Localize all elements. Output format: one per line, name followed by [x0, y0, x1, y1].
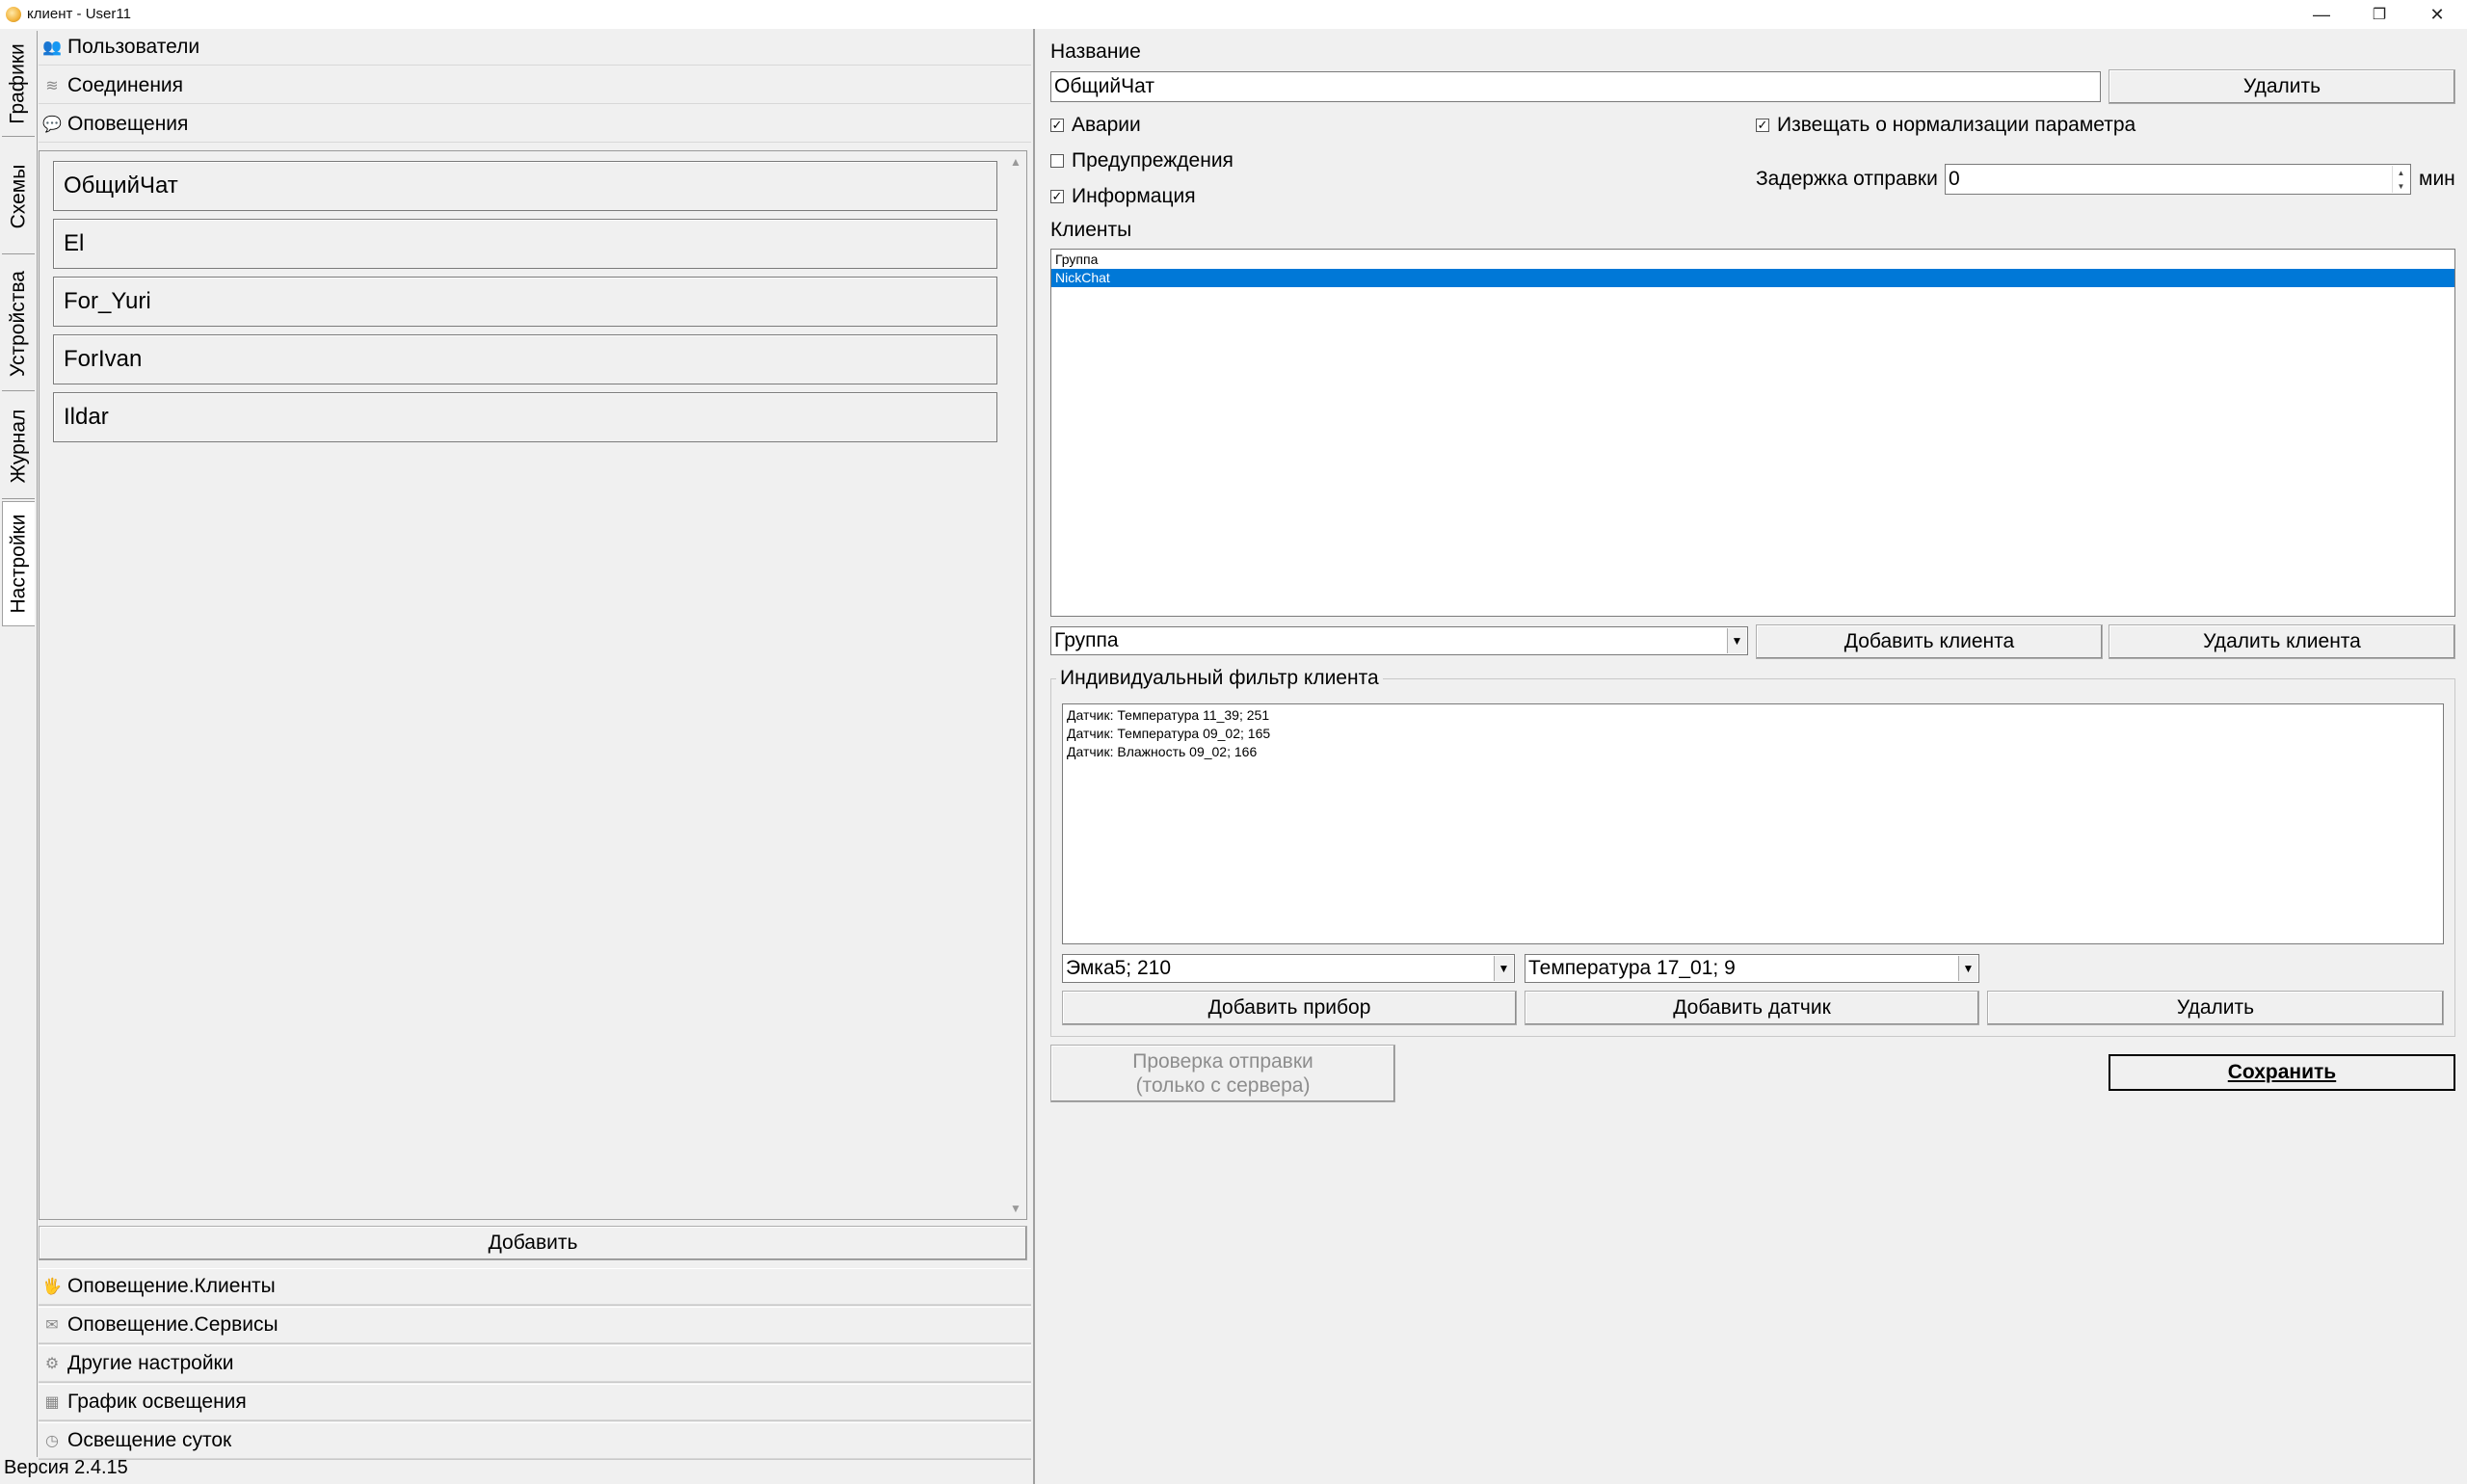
- vertical-tab-bar: Графики Схемы Устройства Журнал Настройк…: [0, 31, 39, 1457]
- tab-divider: [37, 31, 38, 1457]
- filter-row[interactable]: Датчик: Влажность 09_02; 166: [1063, 743, 2443, 761]
- filter-row[interactable]: Датчик: Температура 09_02; 165: [1063, 725, 2443, 743]
- gear-icon: ⚙: [44, 1356, 60, 1372]
- add-notification-button[interactable]: Добавить: [39, 1226, 1027, 1260]
- tab-settings[interactable]: Настройки: [2, 501, 35, 626]
- client-type-combo[interactable]: Группа ▼: [1050, 626, 1748, 655]
- delay-input[interactable]: 0 ▲ ▼: [1945, 164, 2411, 195]
- clients-listbox[interactable]: Группа NickChat: [1050, 249, 2455, 617]
- chevron-down-icon[interactable]: ▼: [1727, 628, 1746, 653]
- app-icon: [6, 7, 21, 22]
- panel-splitter[interactable]: [1033, 29, 1035, 1484]
- filter-row[interactable]: Датчик: Температура 11_39; 251: [1063, 706, 2443, 725]
- section-users[interactable]: 👥 Пользователи: [39, 29, 1031, 66]
- window-title: клиент - User11: [27, 6, 131, 22]
- name-label: Название: [1050, 40, 1141, 63]
- clients-label: Клиенты: [1050, 219, 1132, 241]
- checkbox-box[interactable]: ✓: [1050, 190, 1064, 203]
- filter-listbox[interactable]: Датчик: Температура 11_39; 251 Датчик: Т…: [1062, 703, 2444, 944]
- add-device-button[interactable]: Добавить прибор: [1062, 991, 1517, 1025]
- remove-client-button[interactable]: Удалить клиента: [2109, 624, 2455, 659]
- section-other-settings[interactable]: ⚙ Другие настройки: [39, 1345, 1031, 1382]
- section-daylight[interactable]: ◷ Освещение суток: [39, 1422, 1031, 1459]
- alarms-checkbox[interactable]: ✓ Аварии: [1050, 114, 1141, 137]
- tab-devices[interactable]: Устройства: [2, 256, 35, 391]
- section-connections[interactable]: ≋ Соединения: [39, 67, 1031, 104]
- section-notification-services[interactable]: ✉ Оповещение.Сервисы: [39, 1307, 1031, 1343]
- info-checkbox[interactable]: ✓ Информация: [1050, 185, 1196, 208]
- filter-delete-button[interactable]: Удалить: [1987, 991, 2444, 1025]
- section-notifications[interactable]: 💬 Оповещения: [39, 106, 1031, 143]
- minimize-button[interactable]: —: [2294, 0, 2349, 29]
- tab-charts[interactable]: Графики: [2, 31, 35, 137]
- warnings-checkbox[interactable]: Предупреждения: [1050, 149, 1234, 172]
- add-sensor-button[interactable]: Добавить датчик: [1525, 991, 1979, 1025]
- section-lighting-schedule[interactable]: ▦ График освещения: [39, 1384, 1031, 1420]
- close-button[interactable]: ✕: [2409, 0, 2465, 29]
- mail-icon: ✉: [45, 1317, 59, 1334]
- chevron-down-icon[interactable]: ▼: [1958, 956, 1977, 981]
- normalize-checkbox[interactable]: ✓ Извещать о нормализации параметра: [1756, 114, 2135, 137]
- tab-schemes[interactable]: Схемы: [2, 139, 35, 254]
- sensor-combo[interactable]: Температура 17_01; 9 ▼: [1525, 954, 1979, 983]
- delete-notification-button[interactable]: Удалить: [2109, 69, 2455, 104]
- chat-bubble-icon: 💬: [42, 116, 62, 133]
- spin-down-icon[interactable]: ▼: [2393, 179, 2409, 193]
- restore-button[interactable]: ❐: [2351, 0, 2407, 29]
- notification-list-panel: ОбщийЧат El For_Yuri ForIvan Ildar ▲ ▼: [39, 150, 1027, 1220]
- delay-spinner[interactable]: ▲ ▼: [2392, 166, 2409, 193]
- save-button[interactable]: Сохранить: [2109, 1054, 2455, 1091]
- clock-icon: ◷: [45, 1433, 59, 1449]
- delay-unit: мин: [2419, 168, 2455, 190]
- client-icon: 🖐: [42, 1279, 62, 1295]
- client-row-selected[interactable]: NickChat: [1051, 269, 2454, 287]
- check-send-button[interactable]: Проверка отправки (только с сервера): [1050, 1045, 1395, 1102]
- scroll-up-icon[interactable]: ▲: [1005, 151, 1026, 172]
- list-item[interactable]: El: [53, 219, 997, 269]
- list-item[interactable]: ForIvan: [53, 334, 997, 384]
- checkbox-box[interactable]: ✓: [1756, 119, 1769, 132]
- version-label: Версия 2.4.15: [4, 1457, 128, 1478]
- list-item[interactable]: ОбщийЧат: [53, 161, 997, 211]
- list-scrollbar[interactable]: ▲ ▼: [1005, 151, 1026, 1219]
- scroll-down-icon[interactable]: ▼: [1005, 1198, 1026, 1219]
- device-combo[interactable]: Эмка5; 210 ▼: [1062, 954, 1515, 983]
- connections-icon: ≋: [45, 77, 59, 94]
- name-input[interactable]: ОбщийЧат: [1050, 71, 2101, 102]
- checkbox-box[interactable]: [1050, 154, 1064, 168]
- title-bar: клиент - User11 — ❐ ✕: [0, 0, 2467, 29]
- checkbox-box[interactable]: ✓: [1050, 119, 1064, 132]
- client-filter-title: Индивидуальный фильтр клиента: [1056, 667, 1383, 690]
- list-item[interactable]: Ildar: [53, 392, 997, 442]
- list-item[interactable]: For_Yuri: [53, 277, 997, 327]
- calendar-icon: ▦: [44, 1394, 60, 1411]
- spin-up-icon[interactable]: ▲: [2393, 166, 2409, 179]
- client-row[interactable]: Группа: [1051, 251, 2454, 269]
- section-notification-clients[interactable]: 🖐 Оповещение.Клиенты: [39, 1268, 1031, 1305]
- tab-journal[interactable]: Журнал: [2, 393, 35, 499]
- add-client-button[interactable]: Добавить клиента: [1756, 624, 2103, 659]
- users-icon: 👥: [42, 39, 62, 56]
- chevron-down-icon[interactable]: ▼: [1494, 956, 1513, 981]
- delay-label: Задержка отправки: [1756, 168, 1938, 190]
